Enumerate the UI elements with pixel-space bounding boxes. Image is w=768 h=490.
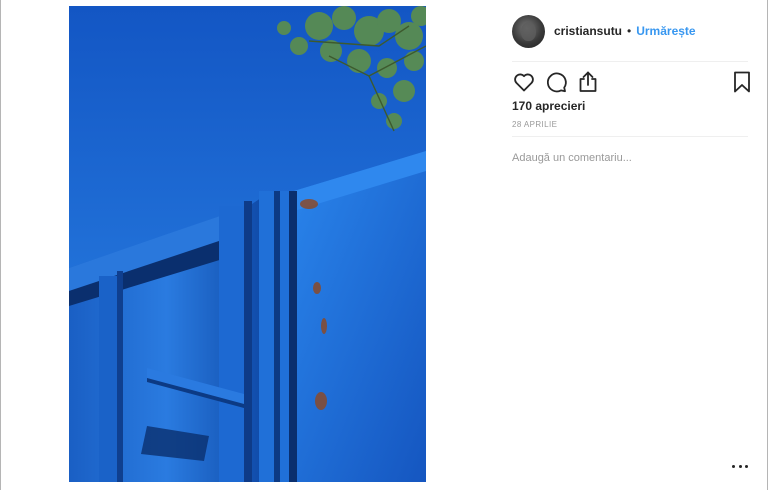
post-date: 28 APRILIE [512,120,558,129]
separator-dot: • [627,24,632,38]
likes-count[interactable]: 170 aprecieri [512,99,585,113]
bookmark-icon[interactable] [730,70,754,94]
more-dot [738,464,742,468]
share-icon[interactable] [576,70,600,94]
comment-divider [512,136,748,137]
follow-button[interactable]: Urmărește [636,24,695,38]
comment-input[interactable] [512,149,748,167]
window-left-border [0,0,1,490]
heart-icon[interactable] [512,70,536,94]
more-dot [745,464,748,468]
header-divider [512,61,748,62]
post-details-panel: cristiansutu • Urmărește 170 aprecieri 2… [512,0,750,490]
post-header: cristiansutu • Urmărește [512,13,748,49]
avatar[interactable] [512,14,545,48]
more-dot [732,464,735,468]
more-options-icon[interactable] [732,458,748,474]
action-bar [512,70,750,96]
username[interactable]: cristiansutu [554,24,622,38]
comment-icon[interactable] [544,70,568,94]
post-photo[interactable] [69,6,426,482]
